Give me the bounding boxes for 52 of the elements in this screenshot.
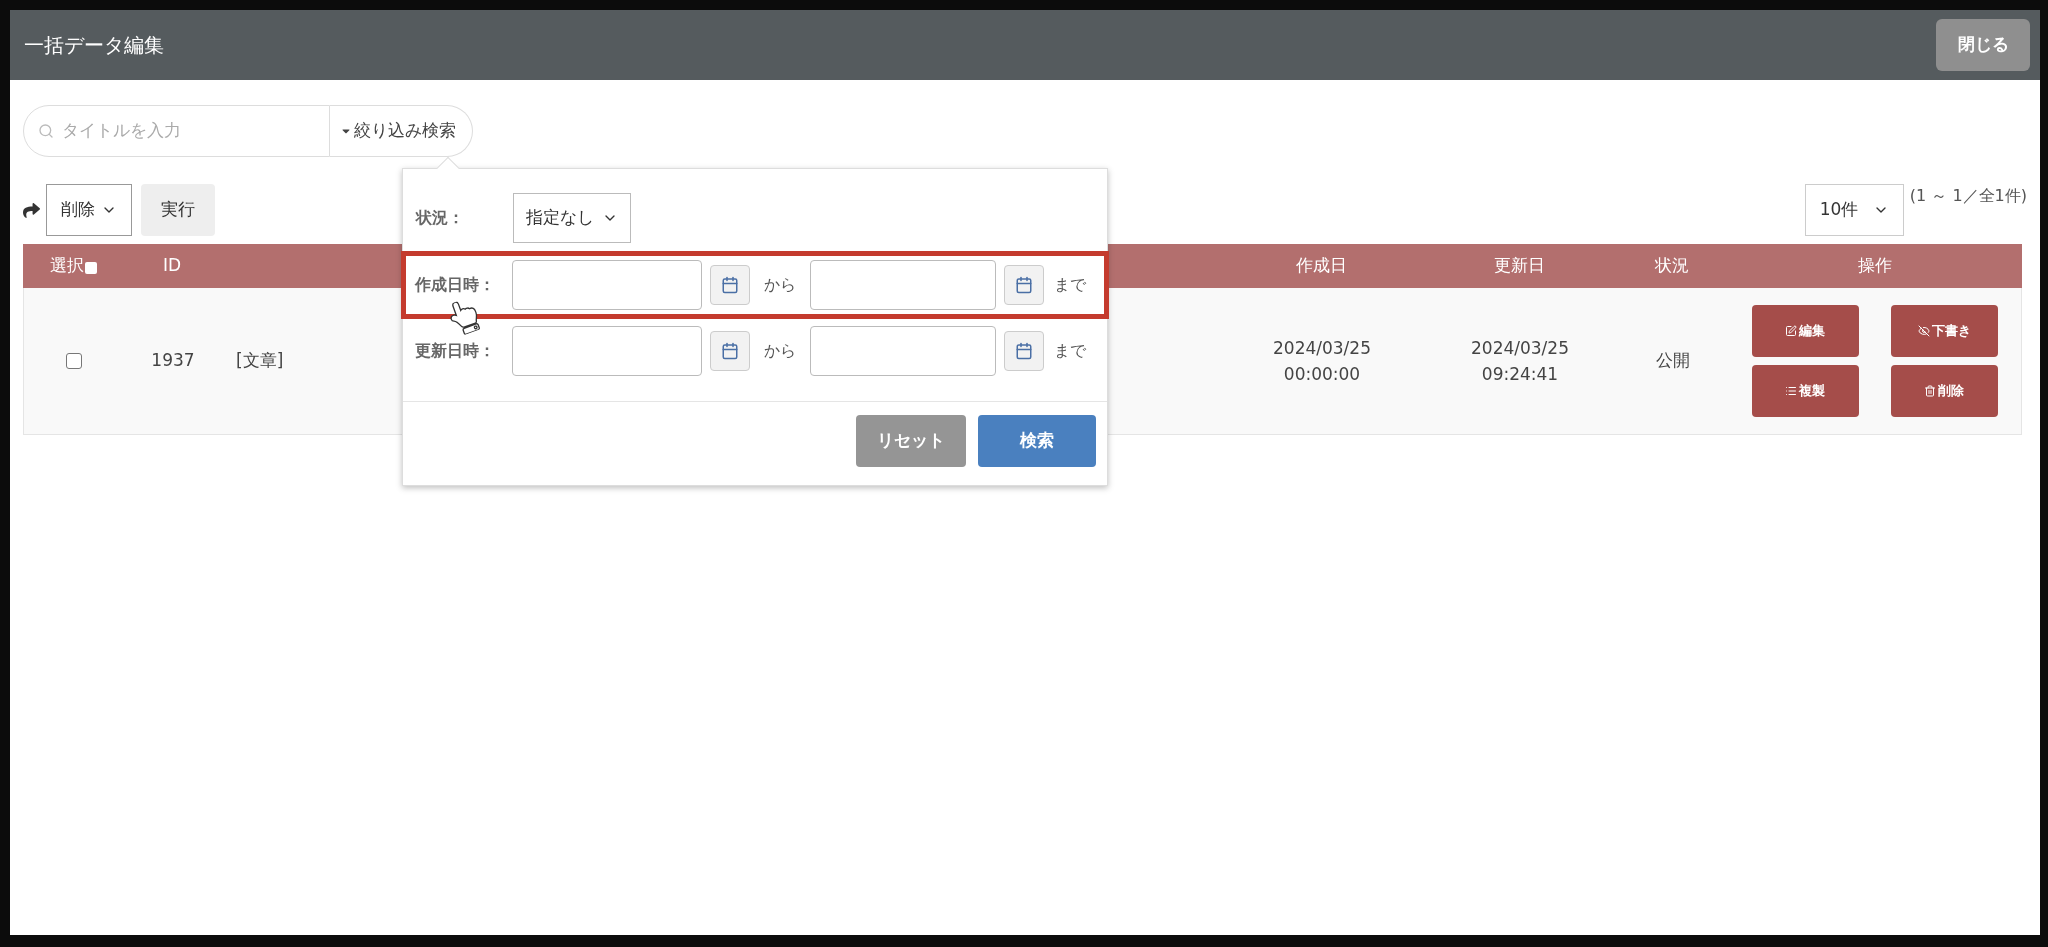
run-button[interactable]: 実行 <box>141 184 215 236</box>
edit-icon <box>1785 325 1797 337</box>
table-cell-text: 公開 <box>1656 349 1690 373</box>
status-select[interactable]: 指定なし <box>513 193 631 243</box>
column-header: 状況 <box>1655 254 1689 278</box>
calendar-button[interactable] <box>1004 265 1044 305</box>
action-button[interactable]: 編集 <box>1751 305 1859 357</box>
row-checkbox[interactable] <box>66 353 82 369</box>
table-cell-text: 2024/03/25 09:24:41 <box>1471 337 1569 386</box>
table-cell-text: 2024/03/25 00:00:00 <box>1273 337 1371 386</box>
close-button[interactable]: 閉じる <box>1936 19 2030 71</box>
field-label: 作成日時： <box>415 274 496 296</box>
calendar-icon <box>721 342 739 360</box>
bulk-action-select[interactable]: 削除 <box>46 184 132 236</box>
calendar-button[interactable] <box>710 265 750 305</box>
calendar-icon <box>1015 276 1033 294</box>
calendar-icon <box>721 276 739 294</box>
table-cell-text: 1937 <box>151 349 195 373</box>
action-button[interactable]: 下書き <box>1890 305 1998 357</box>
window-title: 一括データ編集 <box>24 32 164 59</box>
action-button[interactable]: 削除 <box>1890 365 1998 417</box>
range-text: から <box>763 340 797 362</box>
date-field[interactable] <box>512 326 702 376</box>
per-page-select[interactable]: 10件 <box>1804 184 1904 236</box>
column-header: 作成日 <box>1295 254 1347 278</box>
search-icon <box>38 123 54 139</box>
pagination-summary: (1 ～ 1／全1件) <box>1909 185 2027 207</box>
field-label: 更新日時： <box>415 340 496 362</box>
date-field[interactable] <box>810 326 996 376</box>
calendar-icon <box>1015 342 1033 360</box>
column-header: 更新日 <box>1493 254 1545 278</box>
calendar-button[interactable] <box>1004 331 1044 371</box>
share-arrow-icon <box>23 201 40 219</box>
column-header: 選択 <box>49 254 84 278</box>
search-button[interactable]: 検索 <box>978 415 1096 467</box>
column-header: 操作 <box>1857 254 1892 278</box>
search-field[interactable]: タイトルを入力 <box>62 118 302 144</box>
range-text: まで <box>1054 274 1086 296</box>
date-field[interactable] <box>810 260 996 310</box>
date-field[interactable] <box>512 260 702 310</box>
trash-icon <box>1924 385 1936 397</box>
range-text: から <box>763 274 797 296</box>
action-button[interactable]: 複製 <box>1751 365 1859 417</box>
field-label: 状況： <box>416 207 465 229</box>
calendar-button[interactable] <box>710 331 750 371</box>
table-cell-text: [文章] <box>236 349 284 373</box>
reset-button[interactable]: リセット <box>856 415 966 467</box>
list-icon <box>1785 385 1797 397</box>
select-all-checkbox[interactable] <box>84 262 97 274</box>
column-header: ID <box>162 254 182 278</box>
range-text: まで <box>1054 340 1086 362</box>
eye-off-icon <box>1917 325 1930 337</box>
